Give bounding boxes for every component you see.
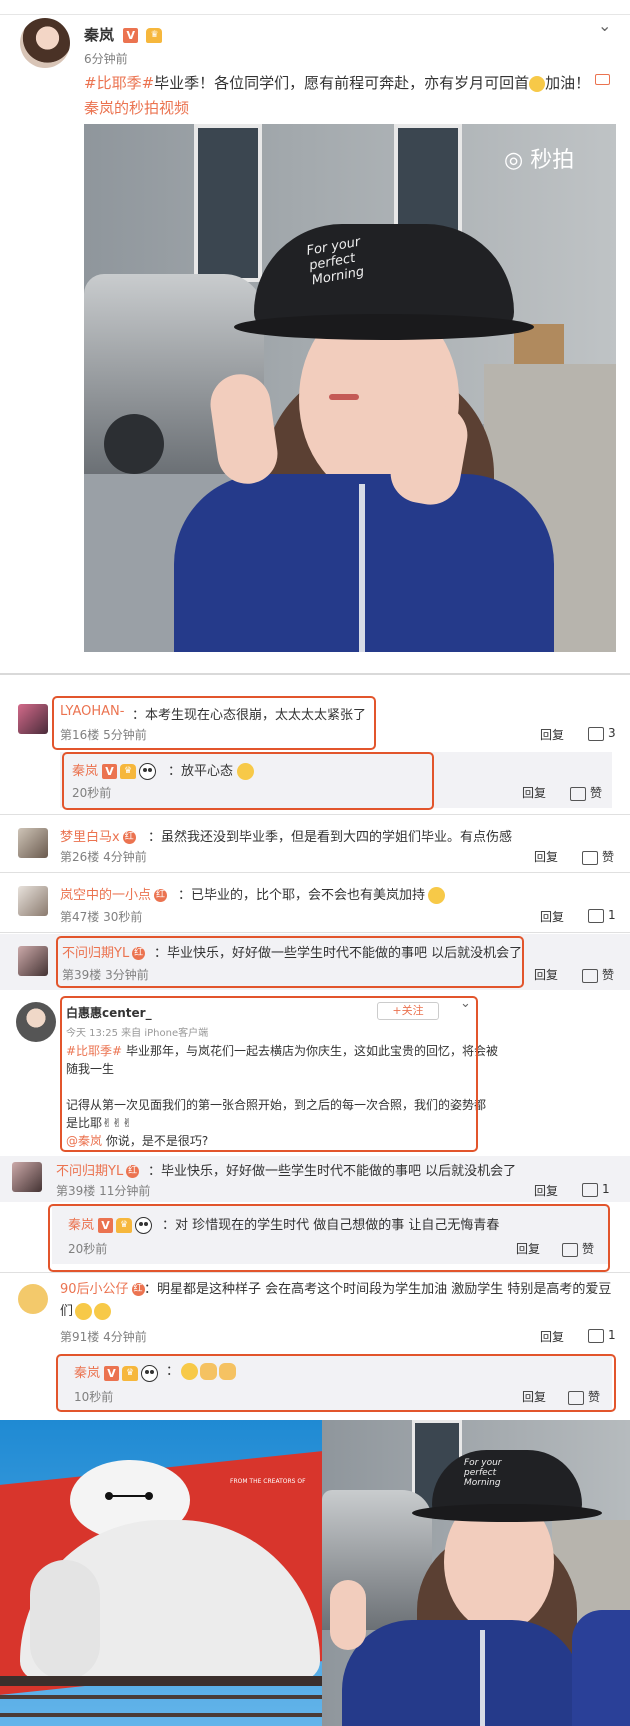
embedded-avatar[interactable] (16, 1002, 56, 1042)
commenter-avatar[interactable] (18, 828, 48, 858)
post-text: #比耶季#毕业季！各位同学们，愿有前程可奔赴，亦有岁月可回首 加油！ (84, 72, 604, 93)
divider (0, 872, 630, 873)
weibo-post: 秦岚 V ♛ 6分钟前 ⌄ #比耶季#毕业季！各位同学们，愿有前程可奔赴，亦有岁… (0, 0, 630, 672)
comment-text-cont: 们 (60, 1300, 112, 1320)
level-badge-icon: 红 (154, 889, 168, 902)
commenter-name: 岚空中的一小点红 (60, 884, 168, 903)
commenter-name-link[interactable]: 不问归期YL (56, 1164, 123, 1179)
commenter-name-link[interactable]: 90后小公仔 (60, 1282, 129, 1297)
commenter-avatar[interactable] (12, 1162, 42, 1192)
hashtag-link[interactable]: #比耶季# (84, 74, 154, 92)
commenter-name: 不问归期YL 红 (56, 1160, 140, 1179)
crown-icon: ♛ (146, 28, 163, 43)
thumbs-up-icon (588, 1328, 604, 1343)
commenter-name-link[interactable]: 梦里白马x (60, 830, 120, 845)
highlight-box (56, 1354, 616, 1412)
thumbs-up-icon (582, 968, 598, 983)
level-badge-icon: 红 (126, 1165, 140, 1178)
hat-text: For your perfect Morning (464, 1458, 502, 1488)
comment-text: ：明星都是这种样子 会在高考这个时间段为学生加油 激励学生 特别是高考的爱豆 (144, 1282, 612, 1297)
comment-meta: 第47楼 30秒前 (60, 910, 143, 924)
billboard-text: FROM THE CREATORS OF (230, 1478, 306, 1485)
post-body: 毕业季！各位同学们，愿有前程可奔赴，亦有岁月可回首 (154, 74, 530, 92)
commenter-name-link[interactable]: 岚空中的一小点 (60, 888, 151, 903)
author-row: 秦岚 V ♛ (84, 24, 163, 45)
like-button[interactable]: 1 (588, 908, 616, 923)
commenter-avatar[interactable] (18, 946, 48, 976)
grin-emoji-icon (94, 1303, 112, 1320)
like-button[interactable]: 1 (588, 1328, 616, 1343)
level-badge-icon: 红 (122, 831, 136, 844)
emoji-icon (529, 75, 546, 92)
post-time: 6分钟前 (84, 52, 128, 66)
top-divider (0, 14, 630, 15)
like-button[interactable]: 3 (588, 726, 616, 741)
highlight-box (62, 752, 434, 810)
comment-meta: 第39楼 11分钟前 (56, 1184, 151, 1198)
comment-text: ：毕业快乐，好好做一些学生时代不能做的事吧 以后就没机会了 (148, 1164, 517, 1179)
thumbs-up-icon (582, 850, 598, 865)
reply-button[interactable]: 回复 (540, 908, 564, 925)
comment-item: 岚空中的一小点红 ：已毕业的，比个耶，会不会也有美岚加持 第47楼 30秒前 回… (0, 876, 630, 932)
highlight-box (52, 696, 376, 750)
grin-emoji-icon (75, 1303, 93, 1320)
commenter-avatar[interactable] (18, 704, 48, 734)
thumbs-up-icon (582, 1182, 598, 1197)
chevron-down-icon[interactable]: ⌄ (598, 16, 611, 35)
comment-item: 90后小公仔红 ：明星都是这种样子 会在高考这个时间段为学生加油 激励学生 特别… (0, 1276, 630, 1345)
miaopai-watermark: ◎ 秒拍 (504, 148, 575, 173)
like-button[interactable]: 赞 (570, 784, 602, 801)
highlight-box (48, 1204, 610, 1272)
comment-item: 不问归期YL 红 ：毕业快乐，好好做一些学生时代不能做的事吧 以后就没机会了 第3… (0, 1156, 630, 1202)
highlight-box (56, 936, 524, 988)
comment-meta: 第26楼 4分钟前 (60, 850, 147, 864)
commenter-avatar[interactable] (18, 886, 48, 916)
highlight-box (60, 996, 478, 1152)
selfie-image: For your perfect Morning (322, 1420, 630, 1726)
like-button[interactable]: 1 (582, 1182, 610, 1197)
divider (0, 814, 630, 815)
emoji-icon (428, 887, 446, 904)
author-name[interactable]: 秦岚 (84, 26, 114, 44)
reply-button[interactable]: 回复 (534, 848, 558, 865)
video-link[interactable]: 秦岚的秒拍视频 (84, 97, 189, 118)
reply-button[interactable]: 回复 (522, 784, 546, 801)
comment-meta: 第91楼 4分钟前 (60, 1330, 147, 1344)
post-end: 加油！ (545, 74, 591, 92)
reply-button[interactable]: 回复 (540, 726, 564, 743)
video-thumbnail[interactable]: For your perfect Morning ◎ 秒拍 (84, 124, 616, 652)
comment-text: ：虽然我还没到毕业季，但是看到大四的学姐们毕业。有点伤感 (148, 830, 513, 845)
hat-text: For your perfect Morning (305, 234, 366, 289)
thumbs-up-icon (588, 908, 604, 923)
level-badge-icon: 红 (131, 1283, 145, 1296)
reply-button[interactable]: 回复 (534, 966, 558, 983)
section-divider (0, 673, 630, 675)
thumbs-up-icon (588, 726, 604, 741)
divider (0, 932, 630, 933)
reply-button[interactable]: 回复 (534, 1182, 558, 1199)
baymax-billboard-image: FROM THE CREATORS OF (0, 1420, 322, 1726)
video-icon (595, 74, 610, 85)
comment-item: 梦里白马x 红 ：虽然我还没到毕业季，但是看到大四的学姐们毕业。有点伤感 第26楼… (0, 818, 630, 874)
commenter-avatar[interactable] (18, 1284, 48, 1314)
reply-button[interactable]: 回复 (540, 1328, 564, 1345)
verified-icon: V (123, 28, 139, 43)
author-avatar[interactable] (20, 18, 70, 68)
divider (0, 1272, 630, 1273)
commenter-name: 梦里白马x 红 (60, 826, 136, 845)
commenter-name: 90后小公仔红 (60, 1278, 145, 1297)
thumbs-up-icon (570, 786, 586, 801)
comment-text: ：已毕业的，比个耶，会不会也有美岚加持 (178, 884, 446, 904)
like-button[interactable]: 赞 (582, 966, 614, 983)
like-button[interactable]: 赞 (582, 848, 614, 865)
